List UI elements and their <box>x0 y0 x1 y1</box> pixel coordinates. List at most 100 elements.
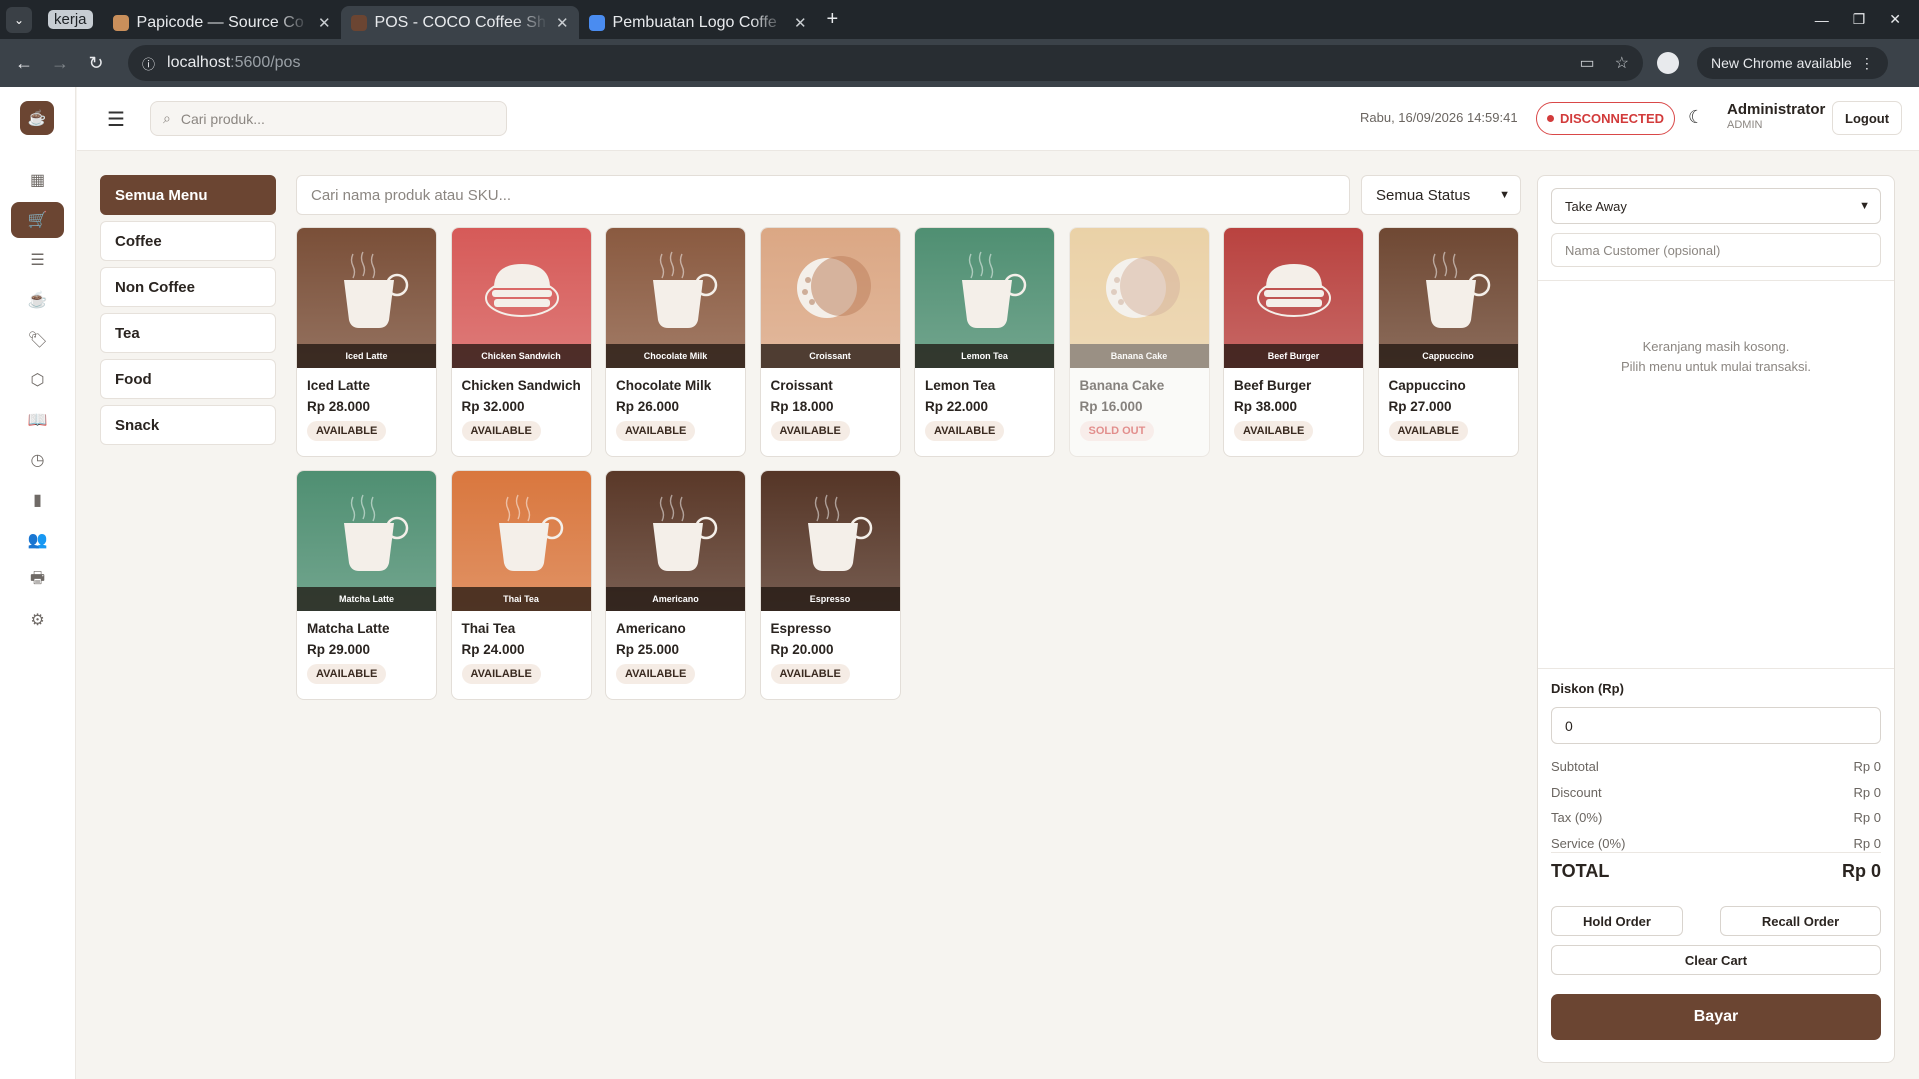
close-tab-icon[interactable]: ✕ <box>794 14 807 32</box>
product-card[interactable]: Lemon Tea Lemon Tea Rp 22.000 AVAILABLE <box>914 227 1055 457</box>
update-label: New Chrome available <box>1711 55 1852 71</box>
app-header: ☰ ⌕ Rabu, 16/09/2026 14:59:41 DISCONNECT… <box>77 87 1919 151</box>
sidebar-item[interactable]: ◷ <box>11 442 64 478</box>
sidebar-item[interactable]: ☕ <box>11 282 64 318</box>
close-window-icon[interactable]: ✕ <box>1889 11 1901 28</box>
product-card[interactable]: Americano Americano Rp 25.000 AVAILABLE <box>605 470 746 700</box>
tab-search-button[interactable]: ⌄ <box>6 6 32 33</box>
customer-name-input[interactable] <box>1551 233 1881 267</box>
header-search[interactable]: ⌕ <box>150 101 507 136</box>
product-card[interactable]: Espresso Espresso Rp 20.000 AVAILABLE <box>759 470 901 700</box>
status-filter-select[interactable]: Semua Status ▼ <box>1361 175 1521 215</box>
sidebar-item[interactable]: 📖 <box>11 402 64 438</box>
total-value: Rp 0 <box>1841 861 1881 881</box>
pay-button[interactable]: Bayar <box>1551 994 1881 1040</box>
bookmark-star-icon[interactable]: ☆ <box>1615 53 1629 73</box>
product-price: Rp 20.000 <box>770 642 834 657</box>
product-card[interactable]: Iced Latte Iced Latte Rp 28.000 AVAILABL… <box>296 227 437 457</box>
sidebar-item[interactable]: 🛒 <box>11 202 64 238</box>
browser-tab[interactable]: POS - COCO Coffee Sh ✕ <box>340 6 579 39</box>
status-badge: AVAILABLE <box>461 421 541 441</box>
cast-icon[interactable]: ▭ <box>1580 53 1595 73</box>
forward-icon[interactable]: → <box>42 53 78 74</box>
back-icon[interactable]: ← <box>6 53 42 74</box>
category-item[interactable]: Semua Menu <box>100 175 276 215</box>
restore-icon[interactable]: ❐ <box>1853 11 1866 28</box>
sidebar-item[interactable]: ☰ <box>11 242 64 278</box>
product-price: Rp 26.000 <box>616 399 680 414</box>
app-logo[interactable]: ☕ <box>20 101 54 135</box>
header-search-input[interactable] <box>180 110 481 127</box>
order-type-value: Take Away <box>1565 198 1627 214</box>
reload-icon[interactable]: ↻ <box>78 53 114 74</box>
product-card[interactable]: Thai Tea Thai Tea Rp 24.000 AVAILABLE <box>450 470 592 700</box>
product-price: Rp 32.000 <box>461 399 525 414</box>
dashboard-icon: ▦ <box>29 172 46 189</box>
product-card[interactable]: Beef Burger Beef Burger Rp 38.000 AVAILA… <box>1223 227 1364 457</box>
tab-title: POS - COCO Coffee Sh <box>374 13 546 31</box>
site-info-icon[interactable]: ⓘ <box>142 54 155 73</box>
summary-label: Service (0%) <box>1551 835 1626 851</box>
chrome-update-button[interactable]: New Chrome available ⋮ <box>1697 47 1888 79</box>
sidebar-item[interactable]: 🏷 <box>11 322 64 358</box>
discount-input[interactable]: 0 <box>1551 707 1881 744</box>
status-badge: AVAILABLE <box>770 664 850 684</box>
summary-label: Tax (0%) <box>1551 810 1603 826</box>
sidebar-item[interactable]: 👥 <box>11 522 64 558</box>
users-icon: 👥 <box>27 532 48 549</box>
category-item[interactable]: Tea <box>100 313 276 353</box>
category-item[interactable]: Food <box>100 359 276 399</box>
sidebar-item[interactable]: 🖶 <box>11 562 64 598</box>
category-item[interactable]: Coffee <box>100 221 276 261</box>
product-search-input[interactable] <box>296 175 1350 215</box>
profile-avatar[interactable] <box>1657 52 1679 74</box>
summary-row: Subtotal Rp 0 <box>1551 754 1881 780</box>
product-image-caption: Beef Burger <box>1224 344 1363 368</box>
browser-tab[interactable]: Pembuatan Logo Coffe ✕ <box>579 6 817 39</box>
sidebar-item[interactable]: ⬡ <box>11 362 64 398</box>
hold-order-button[interactable]: Hold Order <box>1551 906 1683 936</box>
tab-favicon-icon <box>112 14 129 31</box>
cart-panel: Take Away ▼ Keranjang masih kosong. Pili… <box>1537 175 1895 1063</box>
chevron-down-icon: ▼ <box>1499 189 1510 201</box>
chevron-down-icon: ⌄ <box>13 12 25 27</box>
url-path: :5600/pos <box>230 54 301 71</box>
product-name: Croissant <box>770 378 833 393</box>
sidebar-item[interactable]: ▦ <box>11 162 64 198</box>
close-tab-icon[interactable]: ✕ <box>318 14 331 32</box>
sidebar-item[interactable]: ⚙ <box>11 602 64 638</box>
recall-order-button[interactable]: Recall Order <box>1720 906 1881 936</box>
product-card[interactable]: Banana Cake Banana Cake Rp 16.000 SOLD O… <box>1068 227 1210 457</box>
close-tab-icon[interactable]: ✕ <box>556 14 569 32</box>
product-image: Espresso <box>760 471 900 611</box>
empty-cart-line-2: Pilih menu untuk mulai transaksi. <box>1620 359 1812 374</box>
tab-group-chip[interactable]: kerja <box>48 10 93 29</box>
sidebar-item[interactable]: ▮ <box>11 482 64 518</box>
dark-mode-moon-icon[interactable]: ☾ <box>1688 107 1704 128</box>
url-bar[interactable]: ⓘ localhost:5600/pos ▭ ☆ <box>128 45 1643 81</box>
logout-button[interactable]: Logout <box>1832 101 1903 135</box>
category-item[interactable]: Non Coffee <box>100 267 276 307</box>
coffee-logo-icon: ☕ <box>27 110 47 127</box>
product-image: Beef Burger <box>1224 228 1363 368</box>
hamburger-menu-icon[interactable]: ☰ <box>107 107 125 132</box>
product-card[interactable]: Chicken Sandwich Chicken Sandwich Rp 32.… <box>450 227 592 457</box>
minimize-icon[interactable]: — <box>1815 12 1829 28</box>
more-menu-icon[interactable]: ⋮ <box>1860 55 1874 72</box>
new-tab-button[interactable]: + <box>827 8 839 31</box>
product-card[interactable]: Croissant Croissant Rp 18.000 AVAILABLE <box>759 227 901 457</box>
divider <box>1538 280 1894 281</box>
product-name: Matcha Latte <box>307 621 390 636</box>
order-type-select[interactable]: Take Away ▼ <box>1551 188 1881 224</box>
product-card[interactable]: Chocolate Milk Chocolate Milk Rp 26.000 … <box>605 227 746 457</box>
product-card[interactable]: Matcha Latte Matcha Latte Rp 29.000 AVAI… <box>296 470 437 700</box>
product-card[interactable]: Cappuccino Cappuccino Rp 27.000 AVAILABL… <box>1377 227 1519 457</box>
clock-icon: ◷ <box>30 452 45 469</box>
empty-cart-line-1: Keranjang masih kosong. <box>1642 339 1790 354</box>
clear-cart-button[interactable]: Clear Cart <box>1551 945 1881 975</box>
window-controls: — ❐ ✕ <box>1815 0 1919 39</box>
product-grid: Iced Latte Iced Latte Rp 28.000 AVAILABL… <box>296 227 1521 700</box>
browser-tab[interactable]: Papicode — Source Co ✕ <box>103 6 341 39</box>
category-item[interactable]: Snack <box>100 405 276 445</box>
user-name: Administrator <box>1727 101 1826 118</box>
